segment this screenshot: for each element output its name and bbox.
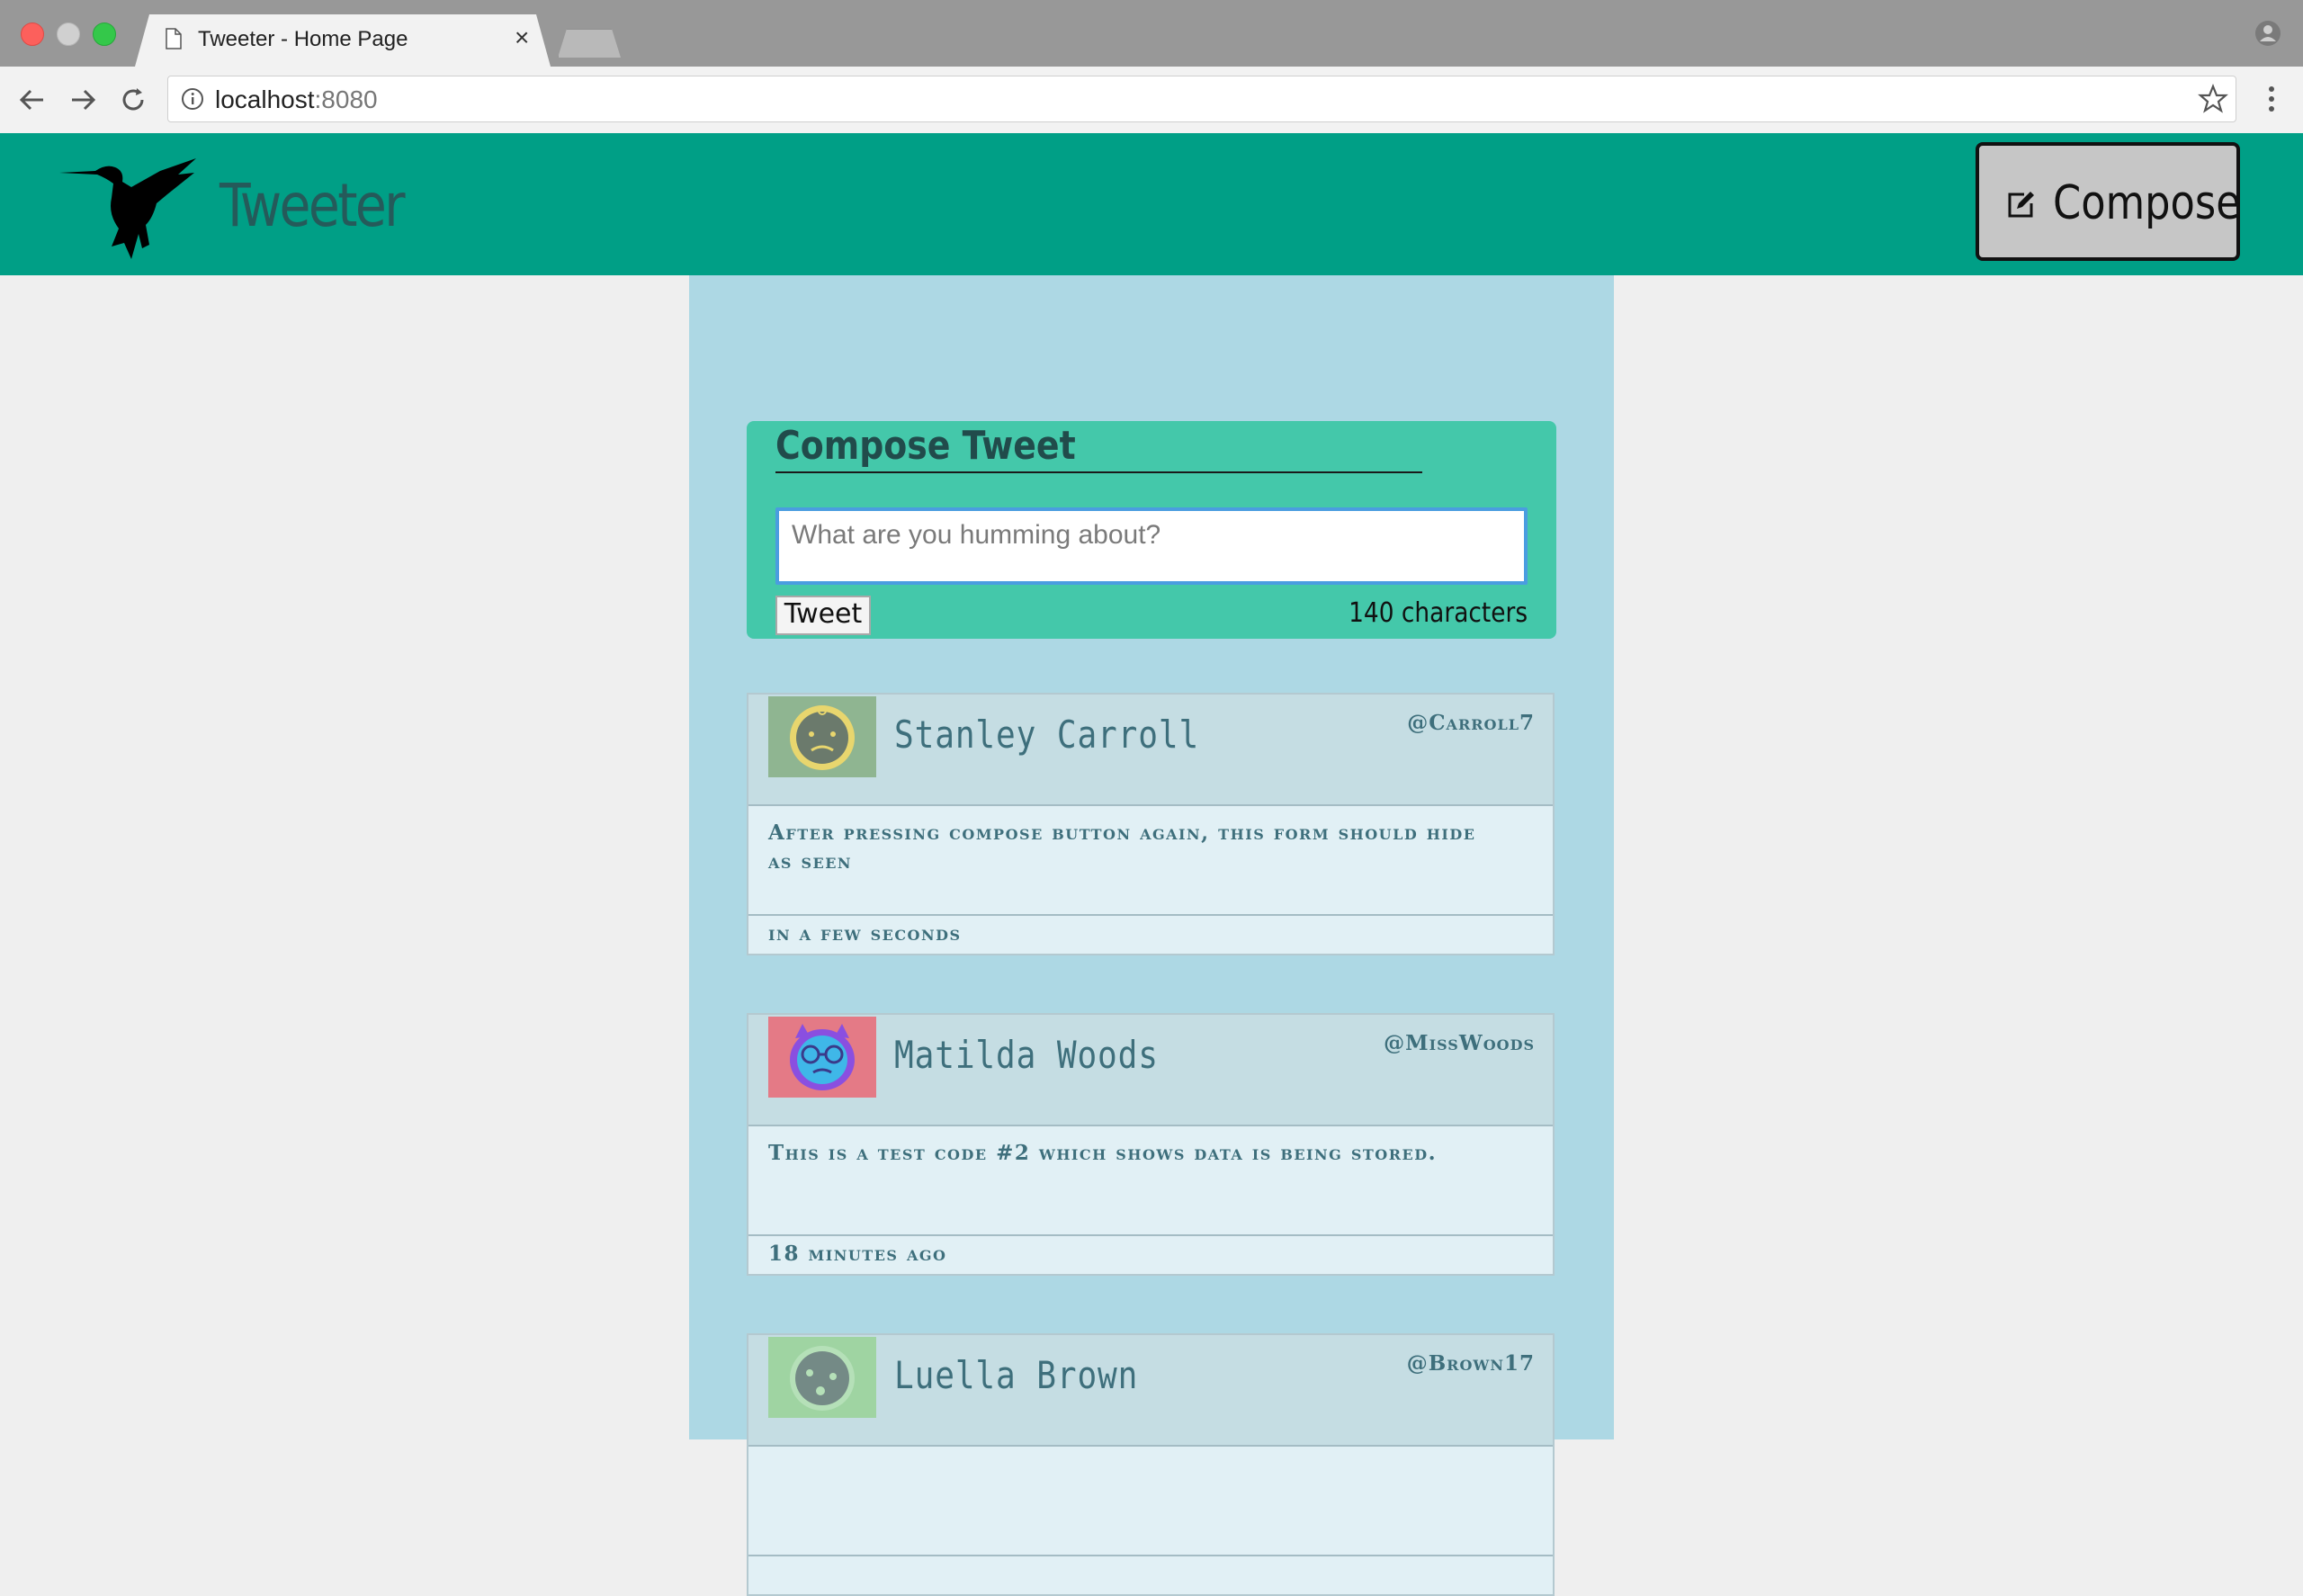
minimize-window-button[interactable] xyxy=(57,22,80,46)
url-host: localhost xyxy=(215,85,315,113)
tweet-author-name: Matilda Woods xyxy=(894,1033,1159,1077)
tweet-author-name: Luella Brown xyxy=(894,1353,1139,1397)
tweet-header: Luella Brown @Brown17 xyxy=(748,1335,1553,1447)
reload-icon[interactable] xyxy=(117,84,149,116)
tweet-header: Stanley Carroll @Carroll7 xyxy=(748,695,1553,806)
compose-tweet-heading: Compose Tweet xyxy=(775,421,1422,473)
hummingbird-logo-icon xyxy=(59,158,196,259)
character-counter: 140 characters xyxy=(1349,597,1528,629)
tweet-author-handle: @Carroll7 xyxy=(1407,711,1535,735)
tweet-author-handle: @MissWoods xyxy=(1384,1031,1535,1055)
compose-button-label: Compose xyxy=(2053,176,2241,230)
back-arrow-icon[interactable] xyxy=(16,84,49,116)
tweet-text-input[interactable] xyxy=(775,507,1528,585)
url-text: localhost:8080 xyxy=(215,85,378,114)
info-icon[interactable] xyxy=(181,87,204,111)
browser-titlebar: Tweeter - Home Page × xyxy=(0,0,2303,67)
tweet-header: Matilda Woods @MissWoods xyxy=(748,1015,1553,1126)
tweet-timestamp: in a few seconds xyxy=(768,921,962,946)
profile-icon[interactable] xyxy=(2254,20,2281,47)
tab-close-icon[interactable]: × xyxy=(515,23,529,52)
tweet-submit-button[interactable]: Tweet xyxy=(775,596,871,635)
tweet-footer: 18 minutes ago xyxy=(748,1234,1553,1274)
page-icon xyxy=(166,28,182,49)
tweet-content: After pressing compose button again, thi… xyxy=(768,820,1476,874)
tweet-timestamp: 18 minutes ago xyxy=(768,1242,947,1266)
avatar-icon xyxy=(768,1017,876,1098)
browser-menu-icon[interactable] xyxy=(2260,83,2283,115)
url-port: :8080 xyxy=(314,85,378,113)
close-window-button[interactable] xyxy=(21,22,44,46)
tab-title: Tweeter - Home Page xyxy=(198,27,408,51)
new-tab-button[interactable] xyxy=(558,29,621,58)
main-container: Compose Tweet Tweet 140 characters Stanl… xyxy=(689,275,1614,1596)
tweet-card: Luella Brown @Brown17 xyxy=(747,1333,1555,1596)
edit-icon xyxy=(2008,192,2034,218)
maximize-window-button[interactable] xyxy=(93,22,116,46)
brand-title: Tweeter xyxy=(220,171,406,240)
tweet-content: This is a test code #2 which shows data … xyxy=(768,1141,1438,1165)
tweet-author-name: Stanley Carroll xyxy=(894,713,1200,757)
tweet-card: Stanley Carroll @Carroll7 After pressing… xyxy=(747,693,1555,955)
compose-tweet-form: Compose Tweet Tweet 140 characters xyxy=(747,421,1556,639)
browser-toolbar: localhost:8080 xyxy=(0,67,2303,134)
tweet-author-handle: @Brown17 xyxy=(1406,1351,1535,1376)
address-bar[interactable]: localhost:8080 xyxy=(167,76,2236,122)
browser-tab[interactable]: Tweeter - Home Page × xyxy=(135,14,551,67)
bookmark-star-icon[interactable] xyxy=(2198,84,2228,114)
forward-arrow-icon[interactable] xyxy=(67,84,99,116)
avatar-icon xyxy=(768,1337,876,1418)
app-header: Tweeter Compose xyxy=(0,133,2303,275)
tweet-footer: in a few seconds xyxy=(748,914,1553,954)
tweet-footer xyxy=(748,1555,1553,1594)
tweet-card: Matilda Woods @MissWoods This is a test … xyxy=(747,1013,1555,1276)
compose-button[interactable]: Compose xyxy=(1976,142,2241,261)
avatar-icon xyxy=(768,696,876,777)
